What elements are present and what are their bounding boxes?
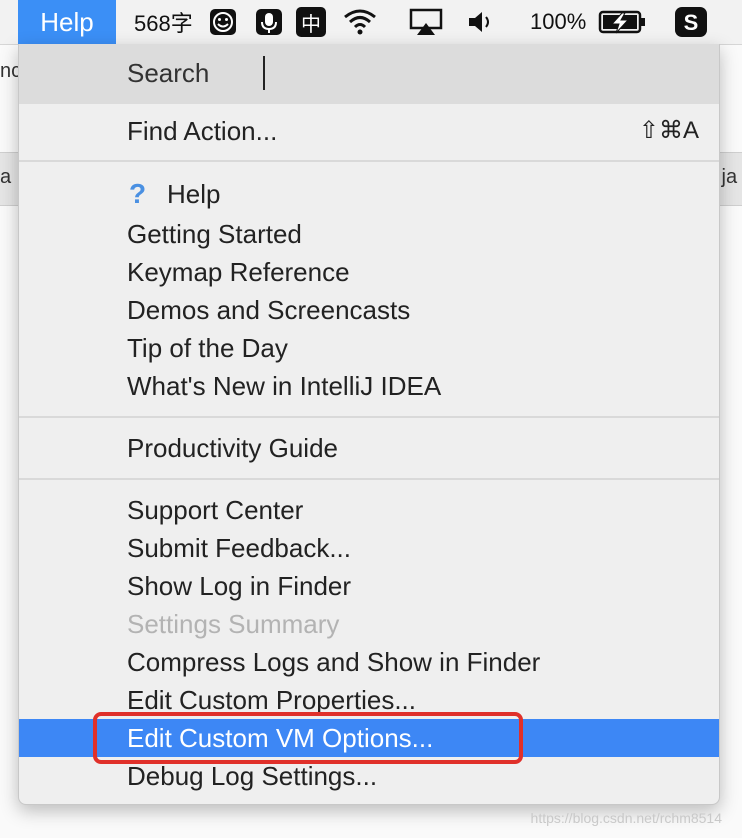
menu-item-find-action[interactable]: Find Action... ⇧⌘A xyxy=(19,112,719,150)
separator xyxy=(19,416,719,418)
menu-item-label: Edit Custom Properties... xyxy=(127,685,416,715)
menu-item-demos-screencasts[interactable]: Demos and Screencasts xyxy=(19,291,719,329)
menu-item-whats-new[interactable]: What's New in IntelliJ IDEA xyxy=(19,367,719,405)
menu-item-label: What's New in IntelliJ IDEA xyxy=(127,371,442,401)
menu-item-tip-of-the-day[interactable]: Tip of the Day xyxy=(19,329,719,367)
menu-item-show-log[interactable]: Show Log in Finder xyxy=(19,567,719,605)
shortcut-label: ⇧⌘A xyxy=(638,117,699,144)
menu-item-settings-summary: Settings Summary xyxy=(19,605,719,643)
menu-item-label: Settings Summary xyxy=(127,609,340,639)
sogou-icon[interactable]: S xyxy=(674,0,708,44)
search-row: Search xyxy=(19,44,719,104)
menu-item-label: Getting Started xyxy=(127,219,302,249)
battery-percent: 100% xyxy=(530,0,586,44)
input-method-icon[interactable]: 中 xyxy=(296,0,326,44)
menu-item-label: Keymap Reference xyxy=(127,257,350,287)
separator xyxy=(19,478,719,480)
battery-icon[interactable] xyxy=(598,0,648,44)
menu-item-label: Tip of the Day xyxy=(127,333,288,363)
menu-item-productivity-guide[interactable]: Productivity Guide xyxy=(19,429,719,467)
input-method-label: 中 xyxy=(296,7,326,37)
word-count: 568字 xyxy=(134,0,193,44)
help-dropdown-menu: Search Find Action... ⇧⌘A ? Help Getting… xyxy=(18,44,720,805)
menu-item-label: Demos and Screencasts xyxy=(127,295,411,325)
separator xyxy=(19,160,719,162)
background-tab-fragment: a xyxy=(0,166,12,188)
menu-item-debug-log-settings[interactable]: Debug Log Settings... xyxy=(19,757,719,795)
menu-item-edit-custom-properties[interactable]: Edit Custom Properties... xyxy=(19,681,719,719)
menu-item-keymap-reference[interactable]: Keymap Reference xyxy=(19,253,719,291)
menu-item-label: Support Center xyxy=(127,495,304,525)
search-input[interactable] xyxy=(259,56,713,94)
wifi-icon[interactable] xyxy=(342,0,378,44)
menu-item-compress-logs[interactable]: Compress Logs and Show in Finder xyxy=(19,643,719,681)
svg-text:S: S xyxy=(684,10,699,35)
word-count-text: 568字 xyxy=(134,11,193,36)
emoji-icon[interactable] xyxy=(208,0,238,44)
volume-icon[interactable] xyxy=(466,0,496,44)
battery-percent-text: 100% xyxy=(530,9,587,34)
question-icon: ? xyxy=(129,178,147,209)
microphone-icon[interactable] xyxy=(254,0,284,44)
menu-item-support-center[interactable]: Support Center xyxy=(19,491,719,529)
menu-item-label: Help xyxy=(167,179,221,209)
menu-help[interactable]: Help xyxy=(18,0,116,44)
menu-item-label: Show Log in Finder xyxy=(127,571,352,601)
menu-item-label: Submit Feedback... xyxy=(127,533,351,563)
text-caret xyxy=(263,56,265,90)
menu-item-edit-custom-vm-options[interactable]: Edit Custom VM Options... xyxy=(19,719,719,757)
search-label: Search xyxy=(127,58,210,88)
menu-item-label: Debug Log Settings... xyxy=(127,761,378,791)
menu-item-label: Edit Custom VM Options... xyxy=(127,723,434,753)
menu-item-label: Compress Logs and Show in Finder xyxy=(127,647,541,677)
airplay-icon[interactable] xyxy=(408,0,444,44)
menu-item-submit-feedback[interactable]: Submit Feedback... xyxy=(19,529,719,567)
menu-item-label: Find Action... xyxy=(127,116,278,146)
menu-bar: Help 568字 中 100% S xyxy=(0,0,742,45)
menu-item-help[interactable]: ? Help xyxy=(19,175,719,213)
watermark: https://blog.csdn.net/rchm8514 xyxy=(530,810,722,826)
menu-item-label: Productivity Guide xyxy=(127,433,338,463)
menu-item-getting-started[interactable]: Getting Started xyxy=(19,215,719,253)
